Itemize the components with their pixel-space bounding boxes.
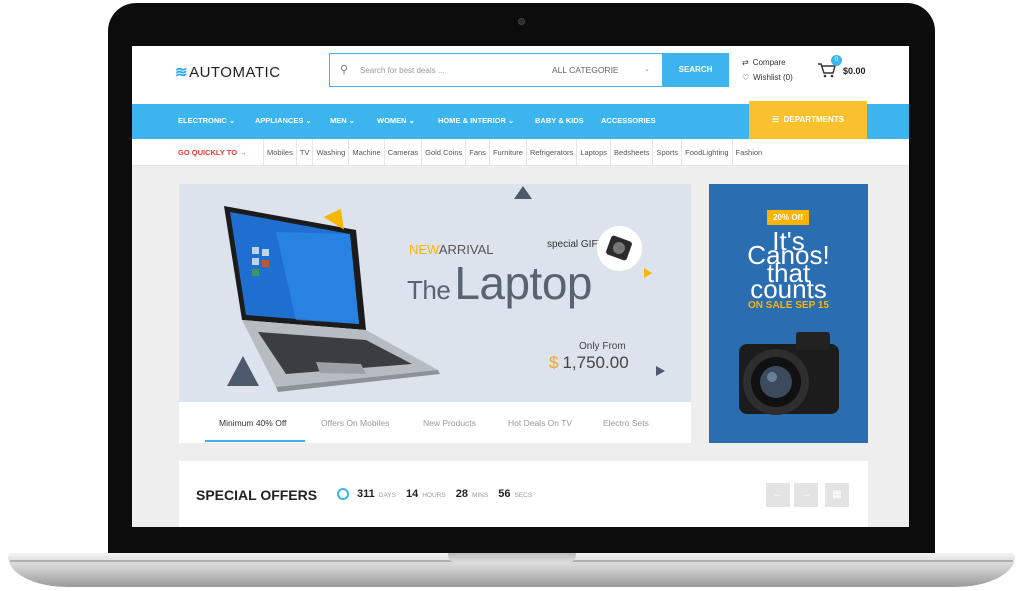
prev-arrow-button[interactable]: ← bbox=[766, 483, 790, 507]
banner-price: $1,750.00 bbox=[549, 353, 629, 372]
wishlist-label: Wishlist (0) bbox=[753, 73, 793, 82]
search-input[interactable] bbox=[360, 63, 530, 77]
search-icon: ⚲ bbox=[340, 64, 349, 76]
chevron-down-icon: ⌄ bbox=[644, 66, 650, 73]
decor-triangle bbox=[644, 268, 652, 278]
decor-triangle bbox=[514, 186, 532, 199]
search-bar: ⚲ ALL CATEGORIE ⌄ SEARCH bbox=[329, 53, 729, 87]
logo-text: AUTOMATIC bbox=[189, 64, 281, 81]
side-ad[interactable]: 20% Off It's Canos! that counts ON SALE … bbox=[709, 184, 868, 443]
tab-hot-deals-on-tv[interactable]: Hot Deals On TV bbox=[508, 418, 572, 428]
quick-link[interactable]: Bedsheets bbox=[610, 139, 652, 166]
countdown-days: 311 bbox=[357, 488, 375, 500]
tab-new-products[interactable]: New Products bbox=[423, 418, 476, 428]
menu-icon: ☰ bbox=[772, 115, 780, 124]
logo-wave-icon: ≋ bbox=[175, 64, 189, 81]
next-arrow-button[interactable]: → bbox=[794, 483, 818, 507]
quick-link[interactable]: Sports bbox=[652, 139, 681, 166]
camera-image bbox=[739, 332, 839, 415]
quick-link[interactable]: Furniture bbox=[488, 139, 526, 166]
banner-tabs: Minimum 40% Off Offers On Mobiles New Pr… bbox=[179, 402, 691, 443]
quick-link[interactable]: TV bbox=[295, 139, 313, 166]
decor-triangle bbox=[656, 366, 665, 376]
countdown-mins-label: MINS bbox=[471, 492, 489, 499]
base-notch bbox=[448, 553, 576, 564]
countdown-mins: 28 bbox=[455, 488, 468, 500]
heart-icon: ♡ bbox=[742, 73, 750, 82]
cart-total: $0.00 bbox=[843, 66, 866, 76]
quick-link[interactable]: Washing bbox=[312, 139, 348, 166]
quick-link[interactable]: Gold Coins bbox=[421, 139, 465, 166]
grid-view-button[interactable]: ▦ bbox=[825, 483, 849, 507]
quick-link[interactable]: Laptops bbox=[576, 139, 610, 166]
nav-item-appliances[interactable]: APPLIANCES ⌄ bbox=[255, 116, 312, 125]
nav-item-women[interactable]: WOMEN ⌄ bbox=[377, 116, 415, 125]
quick-link[interactable]: Cameras bbox=[383, 139, 421, 166]
quick-links: Mobiles TV Washing Machine Cameras Gold … bbox=[263, 139, 765, 166]
countdown-secs: 56 bbox=[498, 488, 511, 500]
nav-item-accessories[interactable]: ACCESSORIES bbox=[601, 116, 656, 125]
gift-label: special GIFT bbox=[547, 239, 604, 250]
search-button[interactable]: SEARCH bbox=[662, 53, 729, 87]
departments-label: DEPARTMENTS bbox=[783, 115, 844, 124]
clock-icon bbox=[337, 488, 349, 500]
grid-icon: ▦ bbox=[832, 489, 842, 500]
quick-links-bar: GO QUICKLY TO → Mobiles TV Washing Machi… bbox=[132, 139, 909, 166]
discount-badge: 20% Off bbox=[767, 210, 809, 225]
hero-banner[interactable]: NEWARRIVAL TheLaptop special GIFT Only F… bbox=[179, 184, 691, 402]
category-select[interactable]: ALL CATEGORIE bbox=[552, 65, 619, 75]
logo[interactable]: ≋AUTOMATIC bbox=[175, 63, 281, 81]
compare-link[interactable]: ⇄ Compare bbox=[742, 58, 786, 67]
countdown-timer: 311 DAYS 14 HOURS 28 MINS 56 SECS bbox=[357, 488, 542, 500]
compare-label: Compare bbox=[752, 58, 786, 67]
countdown-days-label: DAYS bbox=[378, 492, 396, 499]
wishlist-link[interactable]: ♡ Wishlist (0) bbox=[742, 73, 793, 82]
quick-link[interactable]: Machine bbox=[348, 139, 383, 166]
countdown-hours-label: HOURS bbox=[422, 492, 446, 499]
arrow-right-icon: → bbox=[801, 489, 811, 500]
arrow-left-icon: ← bbox=[773, 489, 783, 500]
new-arrival-label: NEWARRIVAL bbox=[409, 242, 494, 257]
countdown-hours: 14 bbox=[405, 488, 419, 500]
nav-item-electronic[interactable]: ELECTRONIC ⌄ bbox=[178, 116, 235, 125]
gift-circle bbox=[597, 226, 642, 271]
screen: ≋AUTOMATIC ⚲ ALL CATEGORIE ⌄ SEARCH ⇄Com… bbox=[132, 46, 909, 527]
quick-link[interactable]: Refrigerators bbox=[525, 139, 576, 166]
only-from-label: Only From bbox=[579, 341, 626, 352]
site-header: ≋AUTOMATIC ⚲ ALL CATEGORIE ⌄ SEARCH ⇄Com… bbox=[132, 46, 909, 104]
tab-electro-sets[interactable]: Electro Sets bbox=[603, 418, 649, 428]
quick-link[interactable]: Fans bbox=[465, 139, 489, 166]
webcam bbox=[518, 18, 525, 25]
nav-item-men[interactable]: MEN ⌄ bbox=[330, 116, 355, 125]
quick-link[interactable]: FoodLighting bbox=[681, 139, 731, 166]
departments-button[interactable]: ☰ DEPARTMENTS bbox=[749, 101, 867, 139]
special-offers-title: SPECIAL OFFERS bbox=[196, 487, 318, 503]
compare-icon: ⇄ bbox=[742, 58, 749, 67]
gift-product-icon bbox=[606, 235, 632, 261]
tab-offers-on-mobiles[interactable]: Offers On Mobiles bbox=[321, 418, 389, 428]
decor-triangle bbox=[227, 356, 259, 386]
quick-label: GO QUICKLY TO → bbox=[178, 148, 247, 157]
quick-link[interactable]: Mobiles bbox=[263, 139, 296, 166]
countdown-secs-label: SECS bbox=[514, 492, 533, 499]
tab-minimum-40-off[interactable]: Minimum 40% Off bbox=[219, 418, 286, 428]
banner-headline: TheLaptop bbox=[407, 257, 593, 309]
quick-link[interactable]: Fashion bbox=[731, 139, 766, 166]
cart-count-badge: 0 bbox=[831, 55, 842, 66]
ad-line-4: counts bbox=[750, 274, 827, 304]
nav-item-home-interior[interactable]: HOME & INTERIOR ⌄ bbox=[438, 116, 514, 125]
special-offers: SPECIAL OFFERS 311 DAYS 14 HOURS 28 MINS… bbox=[179, 461, 868, 527]
nav-item-baby-kids[interactable]: BABY & KIDS bbox=[535, 116, 584, 125]
sale-date: ON SALE SEP 15 bbox=[748, 300, 829, 311]
active-tab-indicator bbox=[205, 440, 305, 442]
